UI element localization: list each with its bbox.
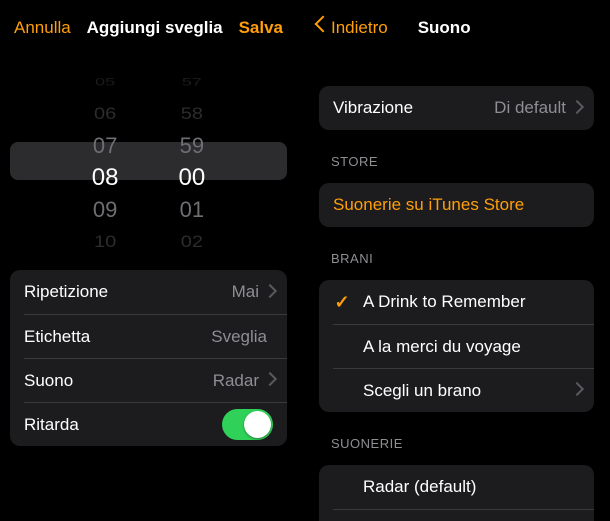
repeat-value: Mai bbox=[232, 282, 259, 302]
sound-row[interactable]: Suono Radar bbox=[24, 358, 287, 402]
itunes-store-link[interactable]: Suonerie su iTunes Store bbox=[319, 183, 594, 227]
chevron-left-icon bbox=[315, 18, 327, 38]
hour-option[interactable]: 10 bbox=[94, 228, 116, 255]
vibration-label: Vibrazione bbox=[333, 98, 494, 118]
hour-option[interactable]: 06 bbox=[94, 100, 116, 127]
store-header: STORE bbox=[331, 154, 606, 169]
label-row[interactable]: Etichetta Sveglia bbox=[24, 314, 287, 358]
ringtone-row[interactable]: ✓ Radar (default) bbox=[319, 465, 594, 509]
nav-title-left: Aggiungi sveglia bbox=[71, 18, 239, 38]
minute-option[interactable]: 59 bbox=[180, 130, 204, 162]
repeat-row[interactable]: Ripetizione Mai bbox=[10, 270, 287, 314]
songs-header: BRANI bbox=[331, 251, 606, 266]
etichetta-label: Etichetta bbox=[24, 327, 211, 347]
chevron-right-icon bbox=[572, 102, 580, 115]
toggle-knob bbox=[244, 411, 271, 438]
vibration-row[interactable]: Vibrazione Di default bbox=[319, 86, 594, 130]
save-button[interactable]: Salva bbox=[239, 18, 283, 38]
sound-value: Radar bbox=[213, 371, 259, 391]
pick-song-row[interactable]: ✓ Scegli un brano bbox=[333, 368, 594, 412]
vibration-group: Vibrazione Di default bbox=[319, 86, 594, 130]
ringtone-label: Radar (default) bbox=[363, 477, 580, 497]
chevron-right-icon bbox=[572, 384, 580, 397]
hour-option[interactable]: 09 bbox=[93, 194, 117, 226]
nav-bar-left: Annulla Aggiungi sveglia Salva bbox=[0, 0, 297, 56]
ringtones-group: ✓ Radar (default) ✓ Apertura bbox=[319, 465, 594, 521]
add-alarm-pane: Annulla Aggiungi sveglia Salva 05 06 07 … bbox=[0, 0, 301, 521]
hour-option[interactable]: 07 bbox=[93, 130, 117, 162]
sound-pane: Indietro Suono Vibrazione Di default STO… bbox=[301, 0, 606, 521]
minute-selected[interactable]: 00 bbox=[179, 162, 206, 194]
song-row[interactable]: ✓ A Drink to Remember bbox=[319, 280, 594, 324]
sound-label: Suono bbox=[24, 371, 213, 391]
song-row[interactable]: ✓ A la merci du voyage bbox=[333, 324, 594, 368]
ringtones-header: SUONERIE bbox=[331, 436, 606, 451]
minute-option[interactable]: 02 bbox=[181, 228, 203, 255]
nav-title-right: Suono bbox=[388, 18, 552, 38]
songs-group: ✓ A Drink to Remember ✓ A la merci du vo… bbox=[319, 280, 594, 412]
nav-bar-right: Indietro Suono bbox=[301, 0, 606, 56]
time-picker[interactable]: 05 06 07 08 09 10 11 57 58 59 00 01 02 0… bbox=[0, 66, 297, 256]
minute-option[interactable]: 57 bbox=[182, 72, 202, 91]
snooze-label: Ritarda bbox=[24, 415, 222, 435]
etichetta-value: Sveglia bbox=[211, 327, 267, 347]
snooze-toggle[interactable] bbox=[222, 409, 273, 440]
alarm-options-group: Ripetizione Mai Etichetta Sveglia Suono … bbox=[10, 270, 287, 446]
song-label: A Drink to Remember bbox=[363, 292, 580, 312]
hour-selected[interactable]: 08 bbox=[92, 162, 119, 194]
minute-option[interactable]: 58 bbox=[181, 100, 203, 127]
back-button[interactable]: Indietro bbox=[315, 18, 388, 38]
vibration-value: Di default bbox=[494, 98, 566, 118]
hour-option[interactable]: 11 bbox=[96, 264, 115, 283]
repeat-label: Ripetizione bbox=[24, 282, 232, 302]
hour-option[interactable]: 05 bbox=[95, 72, 115, 91]
minute-option[interactable]: 03 bbox=[182, 264, 202, 283]
check-icon: ✓ bbox=[333, 292, 351, 313]
chevron-right-icon bbox=[265, 374, 273, 387]
minute-wheel[interactable]: 57 58 59 00 01 02 03 bbox=[179, 66, 206, 256]
minute-option[interactable]: 01 bbox=[180, 194, 204, 226]
itunes-store-label: Suonerie su iTunes Store bbox=[333, 195, 580, 215]
hour-wheel[interactable]: 05 06 07 08 09 10 11 bbox=[92, 66, 119, 256]
ringtone-row[interactable]: ✓ Apertura bbox=[333, 509, 594, 521]
snooze-row: Ritarda bbox=[24, 402, 287, 446]
screenshot-wrap: Annulla Aggiungi sveglia Salva 05 06 07 … bbox=[0, 0, 610, 521]
back-label: Indietro bbox=[331, 18, 388, 38]
chevron-right-icon bbox=[265, 286, 273, 299]
song-label: A la merci du voyage bbox=[363, 337, 580, 357]
pick-song-label: Scegli un brano bbox=[363, 381, 572, 401]
store-group: Suonerie su iTunes Store bbox=[319, 183, 594, 227]
cancel-button[interactable]: Annulla bbox=[14, 18, 71, 38]
